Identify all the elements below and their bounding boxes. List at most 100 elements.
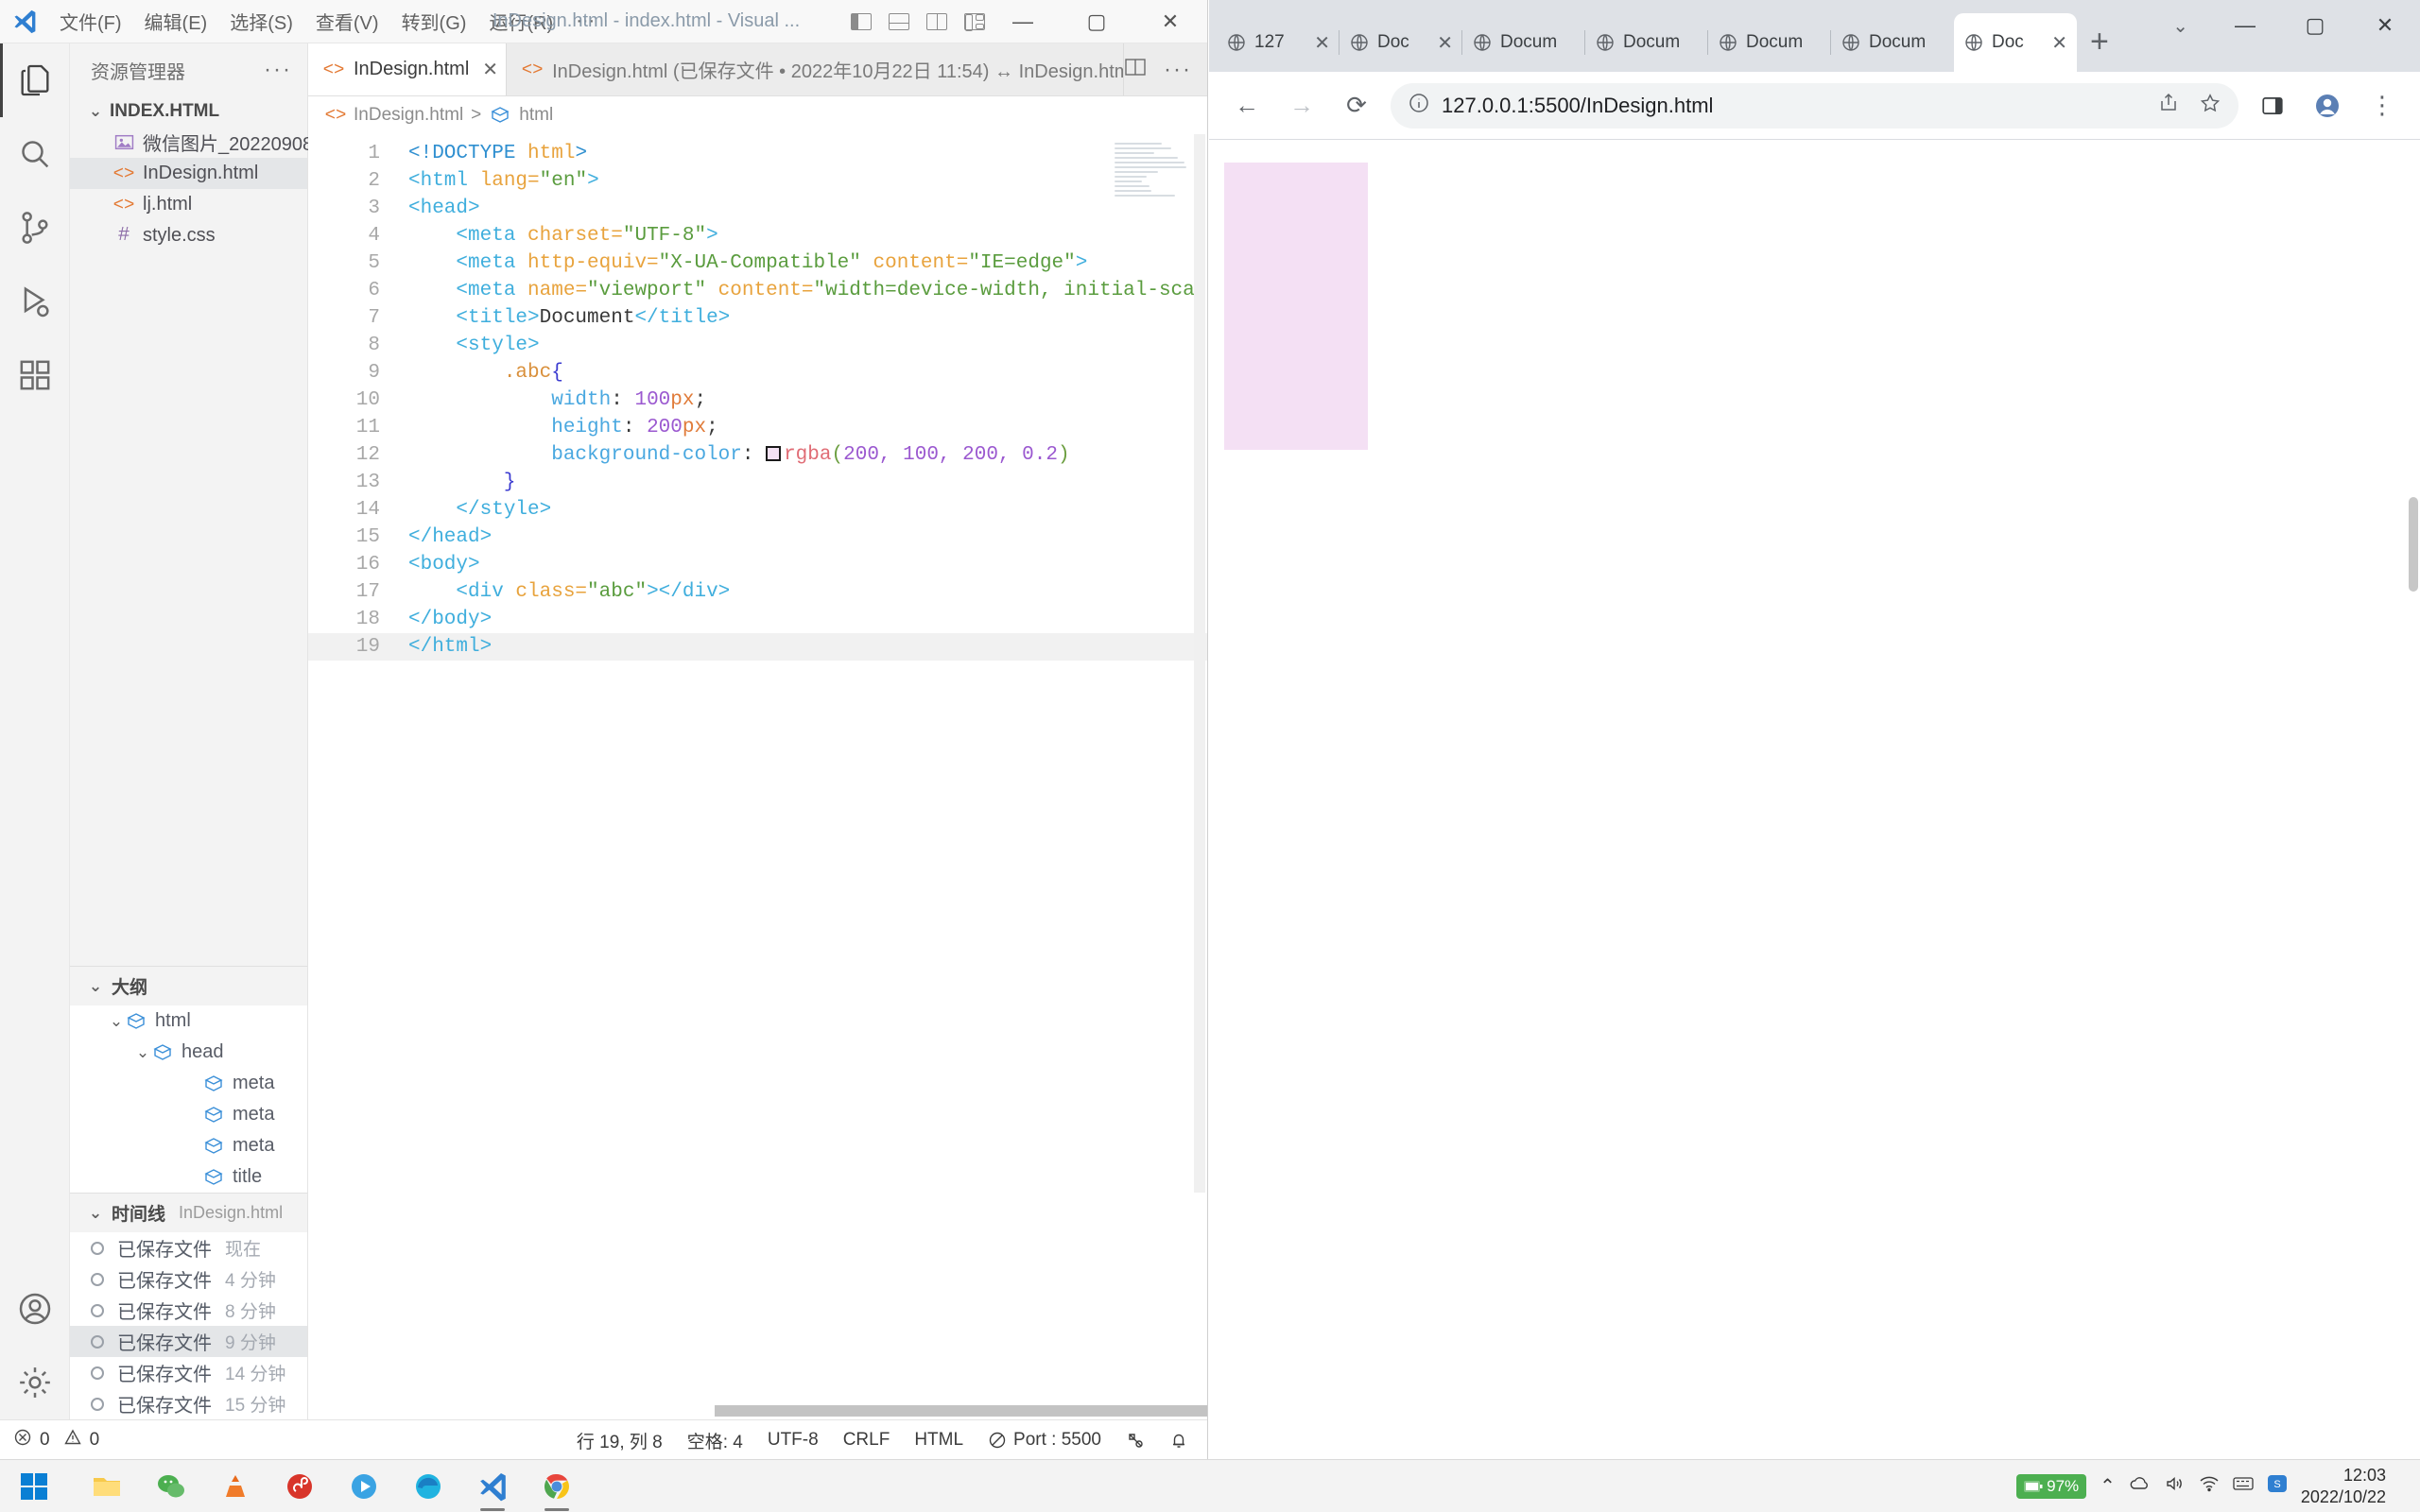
volume-icon[interactable] xyxy=(2165,1475,2186,1498)
code-line[interactable]: 1 <!DOCTYPE html> xyxy=(308,140,1207,167)
split-editor-icon[interactable] xyxy=(1124,57,1147,83)
outline-node-meta[interactable]: meta xyxy=(70,1068,307,1099)
file-item-lj-html[interactable]: <> lj.html xyxy=(70,189,307,220)
activity-source-control[interactable] xyxy=(0,191,70,265)
chrome-tab-4[interactable]: Docum xyxy=(1708,13,1831,72)
code-line[interactable]: 17 <div class="abc"></div> xyxy=(308,578,1207,606)
menu-more[interactable]: ··· xyxy=(565,7,605,36)
chrome-tab-6-active[interactable]: Doc ✕ xyxy=(1954,13,2077,72)
status-indentation[interactable]: 空格: 4 xyxy=(687,1428,743,1453)
site-info-icon[interactable] xyxy=(1408,92,1430,120)
chrome-tab-search-icon[interactable]: ⌄ xyxy=(2172,0,2188,51)
netease-music-icon[interactable] xyxy=(270,1460,329,1512)
show-desktop-button[interactable] xyxy=(2399,1475,2407,1497)
vscode-menubar[interactable]: 文件(F) 编辑(E) 选择(S) 查看(V) 转到(G) 运行(R) ··· xyxy=(49,4,605,39)
file-explorer-icon[interactable] xyxy=(78,1460,136,1512)
activity-extensions[interactable] xyxy=(0,338,70,412)
toggle-panel-icon[interactable] xyxy=(889,13,909,30)
profile-avatar[interactable] xyxy=(2307,85,2348,127)
menu-edit[interactable]: 编辑(E) xyxy=(134,4,218,39)
color-swatch-icon[interactable] xyxy=(766,446,782,461)
code-line[interactable]: 10 width: 100px; xyxy=(308,387,1207,414)
activity-search[interactable] xyxy=(0,117,70,191)
outline-node-html[interactable]: ⌄ html xyxy=(70,1005,307,1037)
chrome-maximize-button[interactable]: ▢ xyxy=(2280,0,2350,51)
status-language-mode[interactable]: HTML xyxy=(914,1430,963,1451)
timeline-entry[interactable]: 已保存文件 现在 xyxy=(70,1232,307,1263)
status-encoding[interactable]: UTF-8 xyxy=(768,1430,819,1451)
activity-run-debug[interactable] xyxy=(0,265,70,338)
code-line[interactable]: 4 <meta charset="UTF-8"> xyxy=(308,222,1207,249)
status-live-server-port[interactable]: Port : 5500 xyxy=(988,1430,1101,1451)
status-cursor-position[interactable]: 行 19, 列 8 xyxy=(577,1428,663,1453)
chevron-down-icon[interactable]: ⌄ xyxy=(108,1012,125,1031)
menu-run[interactable]: 运行(R) xyxy=(478,4,563,39)
vscode-layout-controls[interactable] xyxy=(851,0,985,43)
editor-vertical-scrollbar[interactable] xyxy=(1190,134,1207,1193)
sogou-input-icon[interactable]: S xyxy=(2267,1474,2288,1499)
chrome-window-controls[interactable]: — ▢ ✕ xyxy=(2210,0,2420,51)
taskbar-clock[interactable]: 12:03 2022/10/22 xyxy=(2301,1465,2386,1507)
address-bar[interactable]: 127.0.0.1:5500/InDesign.html xyxy=(1391,82,2238,129)
code-line[interactable]: 11 height: 200px; xyxy=(308,414,1207,441)
vscode-maximize-button[interactable]: ▢ xyxy=(1060,0,1133,43)
webpage-viewport[interactable] xyxy=(1209,140,2420,1460)
code-line[interactable]: 18 </body> xyxy=(308,606,1207,633)
activity-explorer[interactable] xyxy=(0,43,70,117)
bookmark-star-icon[interactable] xyxy=(2199,92,2221,120)
code-line[interactable]: 15 </head> xyxy=(308,524,1207,551)
chrome-tab-close-icon[interactable]: ✕ xyxy=(1437,31,1453,55)
timeline-entry[interactable]: 已保存文件 8 分钟 xyxy=(70,1295,307,1326)
chrome-tab-3[interactable]: Docum xyxy=(1585,13,1708,72)
vlc-icon[interactable] xyxy=(206,1460,265,1512)
onedrive-icon[interactable] xyxy=(2129,1475,2152,1498)
chrome-menu-button[interactable]: ⋮ xyxy=(2361,85,2403,127)
chrome-tab-2[interactable]: Docum xyxy=(1462,13,1585,72)
menu-selection[interactable]: 选择(S) xyxy=(219,4,303,39)
page-scrollbar[interactable] xyxy=(2406,140,2420,1460)
vscode-activity-bar[interactable] xyxy=(0,43,70,1419)
back-button[interactable]: ← xyxy=(1226,85,1268,127)
battery-indicator[interactable]: 97% xyxy=(2016,1473,2087,1499)
wifi-icon[interactable] xyxy=(2199,1475,2220,1498)
vscode-minimize-button[interactable]: — xyxy=(986,0,1060,43)
chrome-new-tab-button[interactable]: + xyxy=(2090,24,2109,60)
timeline-entry[interactable]: 已保存文件 9 分钟 xyxy=(70,1326,307,1357)
vscode-window-controls[interactable]: — ▢ ✕ xyxy=(986,0,1207,43)
outline-panel-header[interactable]: ⌄ 大纲 xyxy=(70,966,307,1005)
tray-expand-icon[interactable]: ⌃ xyxy=(2100,1474,2116,1498)
code-line[interactable]: 2 <html lang="en"> xyxy=(308,167,1207,195)
file-item-indesign-html[interactable]: <> InDesign.html xyxy=(70,158,307,189)
chrome-close-button[interactable]: ✕ xyxy=(2350,0,2420,51)
editor-actions[interactable]: ··· xyxy=(1124,43,1207,95)
code-line[interactable]: 12 background-color: rgba(200, 100, 200,… xyxy=(308,441,1207,469)
explorer-more-icon[interactable]: ··· xyxy=(264,57,292,83)
code-editor-area[interactable]: 1 <!DOCTYPE html> 2 <html lang="en"> 3 <head>… xyxy=(308,134,1207,1419)
code-line[interactable]: 19 </html> xyxy=(308,633,1207,661)
menu-file[interactable]: 文件(F) xyxy=(49,4,132,39)
chrome-icon[interactable] xyxy=(527,1460,586,1512)
outline-node-meta[interactable]: meta xyxy=(70,1099,307,1130)
share-icon[interactable] xyxy=(2157,92,2180,120)
timeline-entry[interactable]: 已保存文件 4 分钟 xyxy=(70,1263,307,1295)
code-line[interactable]: 9 .abc{ xyxy=(308,359,1207,387)
vscode-icon[interactable] xyxy=(463,1460,522,1512)
vscode-close-button[interactable]: ✕ xyxy=(1133,0,1207,43)
toggle-primary-sidebar-icon[interactable] xyxy=(851,13,872,30)
explorer-root-folder[interactable]: ⌄ INDEX.HTML xyxy=(70,96,307,127)
timeline-entry[interactable]: 已保存文件 14 分钟 xyxy=(70,1357,307,1388)
menu-view[interactable]: 查看(V) xyxy=(305,4,389,39)
reload-button[interactable]: ⟳ xyxy=(1336,85,1377,127)
edge-icon[interactable] xyxy=(399,1460,458,1512)
breadcrumb[interactable]: <> InDesign.html > html xyxy=(308,96,1207,134)
code-line[interactable]: 14 </style> xyxy=(308,496,1207,524)
editor-tab-indesign[interactable]: <> InDesign.html ✕ xyxy=(308,43,508,95)
outline-node-head[interactable]: ⌄ head xyxy=(70,1037,307,1068)
ime-icon[interactable] xyxy=(2233,1475,2254,1498)
toggle-secondary-sidebar-icon[interactable] xyxy=(926,13,947,30)
editor-minimap[interactable] xyxy=(1115,140,1194,214)
chrome-tab-close-icon[interactable]: ✕ xyxy=(1314,31,1330,55)
timeline-entry[interactable]: 已保存文件 15 分钟 xyxy=(70,1388,307,1419)
chrome-tab-close-icon[interactable]: ✕ xyxy=(2051,31,2067,55)
code-line[interactable]: 13 } xyxy=(308,469,1207,496)
